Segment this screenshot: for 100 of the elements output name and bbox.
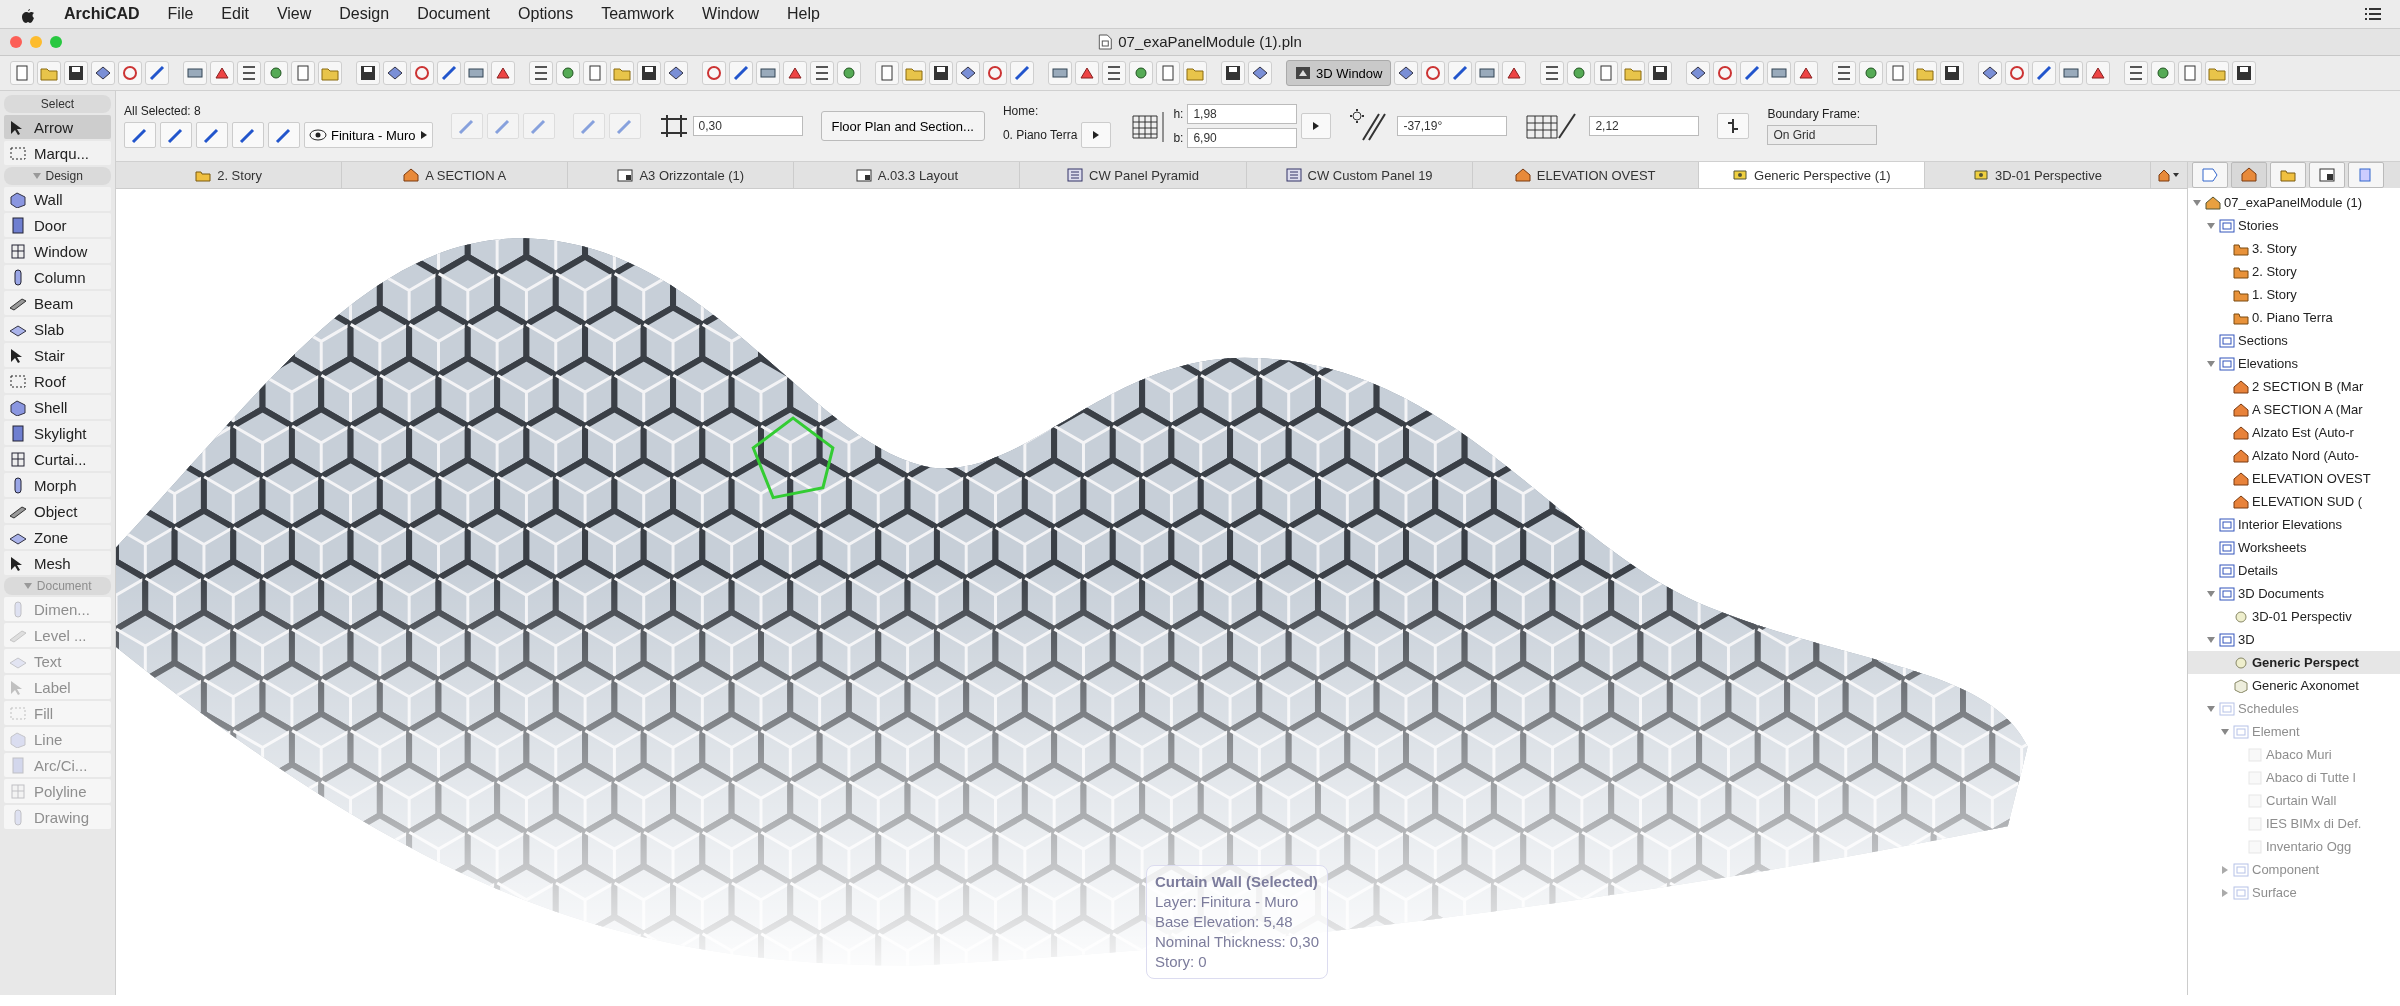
navigator-item[interactable]: Generic Perspect <box>2188 651 2400 674</box>
infobox-button[interactable] <box>124 122 156 148</box>
tool-button[interactable]: Wall <box>4 187 111 211</box>
thickness-field[interactable]: 0,30 <box>692 116 803 136</box>
toolbar-button[interactable] <box>664 61 688 85</box>
offset-field[interactable]: 2,12 <box>1589 116 1700 136</box>
tool-button[interactable]: Curtai... <box>4 447 111 471</box>
toolbar-button[interactable] <box>1740 61 1765 85</box>
tool-button[interactable]: Morph <box>4 473 111 497</box>
toolbar-button[interactable] <box>1648 61 1673 85</box>
tool-button[interactable]: Beam <box>4 291 111 315</box>
navigator-item[interactable]: Alzato Nord (Auto- <box>2188 444 2400 467</box>
toolbar-button[interactable] <box>1540 61 1565 85</box>
toolbar-button[interactable] <box>1010 61 1034 85</box>
toolbar-button[interactable] <box>1686 61 1711 85</box>
toolbar-button[interactable] <box>2232 61 2257 85</box>
menu-item[interactable]: Options <box>518 5 574 23</box>
arrow-button[interactable] <box>1301 113 1332 139</box>
toolbar-button[interactable] <box>1248 61 1272 85</box>
toolbar-button[interactable] <box>437 61 461 85</box>
infobox-button[interactable] <box>160 122 192 148</box>
navigator-item[interactable]: 3. Story <box>2188 237 2400 260</box>
menu-item[interactable]: Document <box>417 5 491 23</box>
navigator-item[interactable]: 3D Documents <box>2188 582 2400 605</box>
tool-button[interactable]: Object <box>4 499 111 523</box>
navigator-tab[interactable] <box>2309 162 2345 188</box>
disclosure-icon[interactable] <box>2206 358 2216 369</box>
tool-button[interactable]: Shell <box>4 395 111 419</box>
toolbar-button[interactable] <box>729 61 753 85</box>
layer-dropdown[interactable]: Finitura - Muro <box>304 122 433 148</box>
toolbar-button[interactable] <box>2086 61 2111 85</box>
toolbar-button[interactable] <box>1940 61 1965 85</box>
navigator-item[interactable]: 2. Story <box>2188 260 2400 283</box>
toolbar-button[interactable] <box>491 61 515 85</box>
toolbar-button[interactable] <box>2124 61 2149 85</box>
view-tab[interactable]: Generic Perspective (1) <box>1698 162 1925 188</box>
view-button[interactable]: 3D Window <box>1286 60 1392 86</box>
navigator-item[interactable]: 3D-01 Perspectiv <box>2188 605 2400 628</box>
navigator-item[interactable]: 2 SECTION B (Mar <box>2188 375 2400 398</box>
navigator-item[interactable]: A SECTION A (Mar <box>2188 398 2400 421</box>
list-icon[interactable] <box>2364 5 2382 23</box>
toolbar-button[interactable] <box>383 61 407 85</box>
disclosure-icon[interactable] <box>2192 197 2202 208</box>
toolbar-button[interactable] <box>356 61 380 85</box>
disclosure-icon[interactable] <box>2206 588 2216 599</box>
toolbar-button[interactable] <box>810 61 834 85</box>
toolbar-button[interactable] <box>1832 61 1857 85</box>
tool-button[interactable]: Slab <box>4 317 111 341</box>
navigator-item[interactable]: 07_exaPanelModule (1) <box>2188 191 2400 214</box>
toolbar-button[interactable] <box>529 61 553 85</box>
navigator-item[interactable]: Stories <box>2188 214 2400 237</box>
boundary-frame-field[interactable]: On Grid <box>1767 125 1878 145</box>
navigator-item[interactable]: 0. Piano Terra <box>2188 306 2400 329</box>
infobox-button[interactable] <box>1717 113 1750 139</box>
menu-item[interactable]: File <box>167 5 194 23</box>
navigator-item[interactable]: Sections <box>2188 329 2400 352</box>
menu-item[interactable]: View <box>276 5 312 23</box>
toolbar-button[interactable] <box>956 61 980 85</box>
navigator-item[interactable]: ELEVATION SUD ( <box>2188 490 2400 513</box>
navigator-item[interactable]: Elevations <box>2188 352 2400 375</box>
tool-button[interactable]: Column <box>4 265 111 289</box>
toolbar-button[interactable] <box>1502 61 1527 85</box>
palette-section-header[interactable]: Design <box>4 167 111 185</box>
toolbar-button[interactable] <box>1102 61 1126 85</box>
toolbar-button[interactable] <box>91 61 115 85</box>
toolbar-button[interactable] <box>145 61 169 85</box>
disclosure-icon[interactable] <box>2206 220 2216 231</box>
width-field[interactable]: 6,90 <box>1187 128 1298 148</box>
tool-button[interactable]: Marqu... <box>4 141 111 165</box>
infobox-button[interactable] <box>268 122 300 148</box>
navigator-item[interactable]: Interior Elevations <box>2188 513 2400 536</box>
menu-item[interactable]: Edit <box>221 5 249 23</box>
angle-field[interactable]: -37,19° <box>1397 116 1508 136</box>
navigator-item[interactable]: Details <box>2188 559 2400 582</box>
floor-plan-button[interactable]: Floor Plan and Section... <box>820 111 985 141</box>
toolbar-button[interactable] <box>210 61 234 85</box>
tool-button[interactable]: Mesh <box>4 551 111 575</box>
toolbar-button[interactable] <box>1978 61 2003 85</box>
toolbar-button[interactable] <box>1394 61 1419 85</box>
toolbar-button[interactable] <box>237 61 261 85</box>
menu-item[interactable]: Teamwork <box>601 5 675 23</box>
tool-button[interactable]: Arrow <box>4 115 111 139</box>
tool-button[interactable]: Roof <box>4 369 111 393</box>
toolbar-button[interactable] <box>1448 61 1473 85</box>
tool-button[interactable]: Door <box>4 213 111 237</box>
tool-button[interactable]: Skylight <box>4 421 111 445</box>
toolbar-button[interactable] <box>1075 61 1099 85</box>
menu-item[interactable]: Window <box>702 5 759 23</box>
toolbar-button[interactable] <box>64 61 88 85</box>
tool-button[interactable]: Stair <box>4 343 111 367</box>
toolbar-button[interactable] <box>1794 61 1819 85</box>
toolbar-button[interactable] <box>783 61 807 85</box>
disclosure-icon[interactable] <box>2206 634 2216 645</box>
navigator-item[interactable]: Worksheets <box>2188 536 2400 559</box>
toolbar-button[interactable] <box>929 61 953 85</box>
infobox-button[interactable] <box>232 122 264 148</box>
menu-item[interactable]: Help <box>787 5 820 23</box>
story-arrow-button[interactable] <box>1081 122 1112 148</box>
navigator-item[interactable]: 1. Story <box>2188 283 2400 306</box>
toolbar-button[interactable] <box>2032 61 2057 85</box>
